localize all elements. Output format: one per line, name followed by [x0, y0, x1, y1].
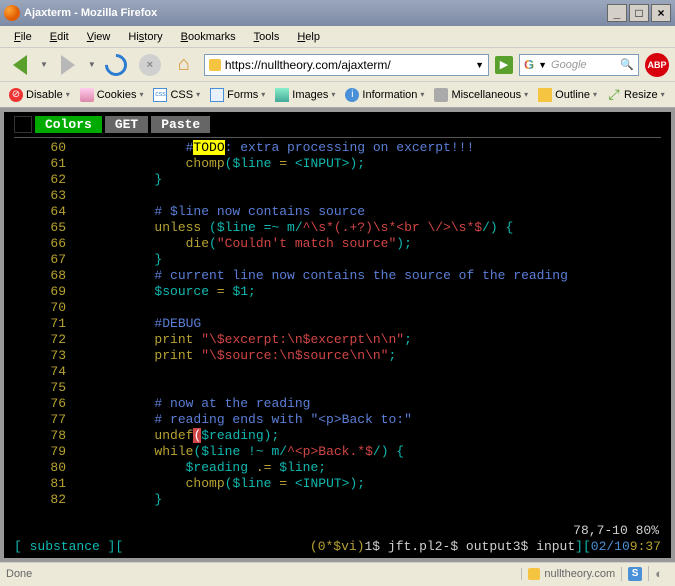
status-bar: Done nulltheory.com S ◐ — [0, 562, 675, 584]
webdev-toolbar: ⊘Disable▾ Cookies▾ cssCSS▾ Forms▾ Images… — [0, 82, 675, 108]
tab-blank[interactable] — [14, 116, 32, 133]
forward-button[interactable] — [54, 51, 82, 79]
window-title: Ajaxterm - Mozilla Firefox — [24, 7, 607, 19]
back-dropdown-icon[interactable]: ▼ — [40, 60, 48, 69]
stop-button[interactable]: × — [136, 51, 164, 79]
status-host: nulltheory.com — [521, 568, 621, 580]
firefox-icon — [4, 5, 20, 21]
go-button[interactable]: ▶ — [495, 56, 513, 74]
status-text: Done — [6, 568, 32, 580]
window-titlebar: Ajaxterm - Mozilla Firefox _ □ × — [0, 0, 675, 26]
css-icon: css — [153, 88, 167, 102]
url-dropdown-icon[interactable]: ▼ — [475, 60, 484, 70]
lock-icon — [528, 568, 540, 580]
minimize-button[interactable]: _ — [607, 4, 627, 22]
misc-icon — [434, 88, 448, 102]
forms-icon — [210, 88, 224, 102]
back-arrow-icon — [13, 55, 27, 75]
home-icon: ⌂ — [178, 53, 190, 76]
dev-disable[interactable]: ⊘Disable▾ — [6, 87, 73, 103]
vim-status: 78,7-10 80% — [573, 523, 659, 538]
close-button[interactable]: × — [651, 4, 671, 22]
search-icon[interactable]: 🔍 — [620, 58, 634, 71]
menu-edit[interactable]: Edit — [42, 29, 77, 45]
forward-dropdown-icon[interactable]: ▼ — [88, 60, 96, 69]
tab-get[interactable]: GET — [105, 116, 148, 133]
lock-icon — [209, 59, 221, 71]
menu-help[interactable]: Help — [289, 29, 328, 45]
url-bar[interactable]: https://nulltheory.com/ajaxterm/ ▼ — [204, 54, 489, 76]
search-engine-dropdown-icon[interactable]: ▼ — [538, 60, 547, 70]
dev-forms[interactable]: Forms▾ — [207, 87, 268, 103]
menu-bookmarks[interactable]: Bookmarks — [173, 29, 244, 45]
noscript-icon[interactable]: ◐ — [655, 566, 663, 581]
dev-resize[interactable]: ⤢Resize▾ — [604, 87, 668, 103]
dev-images[interactable]: Images▾ — [272, 87, 338, 103]
url-text[interactable]: https://nulltheory.com/ajaxterm/ — [225, 58, 471, 72]
code-area[interactable]: 60 #TODO: extra processing on excerpt!!!… — [14, 140, 661, 508]
dev-miscellaneous[interactable]: Miscellaneous▾ — [431, 87, 531, 103]
search-placeholder: Google — [551, 59, 616, 71]
tab-colors[interactable]: Colors — [35, 116, 102, 133]
menu-view[interactable]: View — [79, 29, 119, 45]
reload-button[interactable] — [102, 51, 130, 79]
nav-toolbar: ▼ ▼ × ⌂ https://nulltheory.com/ajaxterm/… — [0, 48, 675, 82]
dev-information[interactable]: iInformation▾ — [342, 87, 427, 103]
dev-css[interactable]: cssCSS▾ — [150, 87, 203, 103]
maximize-button[interactable]: □ — [629, 4, 649, 22]
stop-icon: × — [139, 54, 161, 76]
cookies-icon — [80, 88, 94, 102]
content-frame: Colors GET Paste 60 #TODO: extra process… — [0, 108, 675, 562]
dev-cookies[interactable]: Cookies▾ — [77, 87, 147, 103]
terminal[interactable]: Colors GET Paste 60 #TODO: extra process… — [4, 112, 671, 558]
disable-icon: ⊘ — [9, 88, 23, 102]
dev-outline[interactable]: Outline▾ — [535, 87, 600, 103]
s-icon[interactable]: S — [628, 567, 642, 581]
menu-tools[interactable]: Tools — [246, 29, 288, 45]
info-icon: i — [345, 88, 359, 102]
menu-file[interactable]: File — [6, 29, 40, 45]
forward-arrow-icon — [61, 55, 75, 75]
google-icon: G — [524, 57, 534, 72]
ajaxterm-tabs: Colors GET Paste — [14, 116, 661, 133]
menu-history[interactable]: History — [120, 29, 170, 45]
reload-icon — [100, 49, 131, 80]
home-button[interactable]: ⌂ — [170, 51, 198, 79]
resize-icon: ⤢ — [607, 88, 621, 102]
images-icon — [275, 88, 289, 102]
search-box[interactable]: G ▼ Google 🔍 — [519, 54, 639, 76]
outline-icon — [538, 88, 552, 102]
screen-status: [ substance ][ (0*$vi) 1$ jft.pl 2-$ out… — [14, 539, 661, 554]
menu-bar: File Edit View History Bookmarks Tools H… — [0, 26, 675, 48]
adblock-icon[interactable]: ABP — [645, 53, 669, 77]
tab-paste[interactable]: Paste — [151, 116, 210, 133]
back-button[interactable] — [6, 51, 34, 79]
